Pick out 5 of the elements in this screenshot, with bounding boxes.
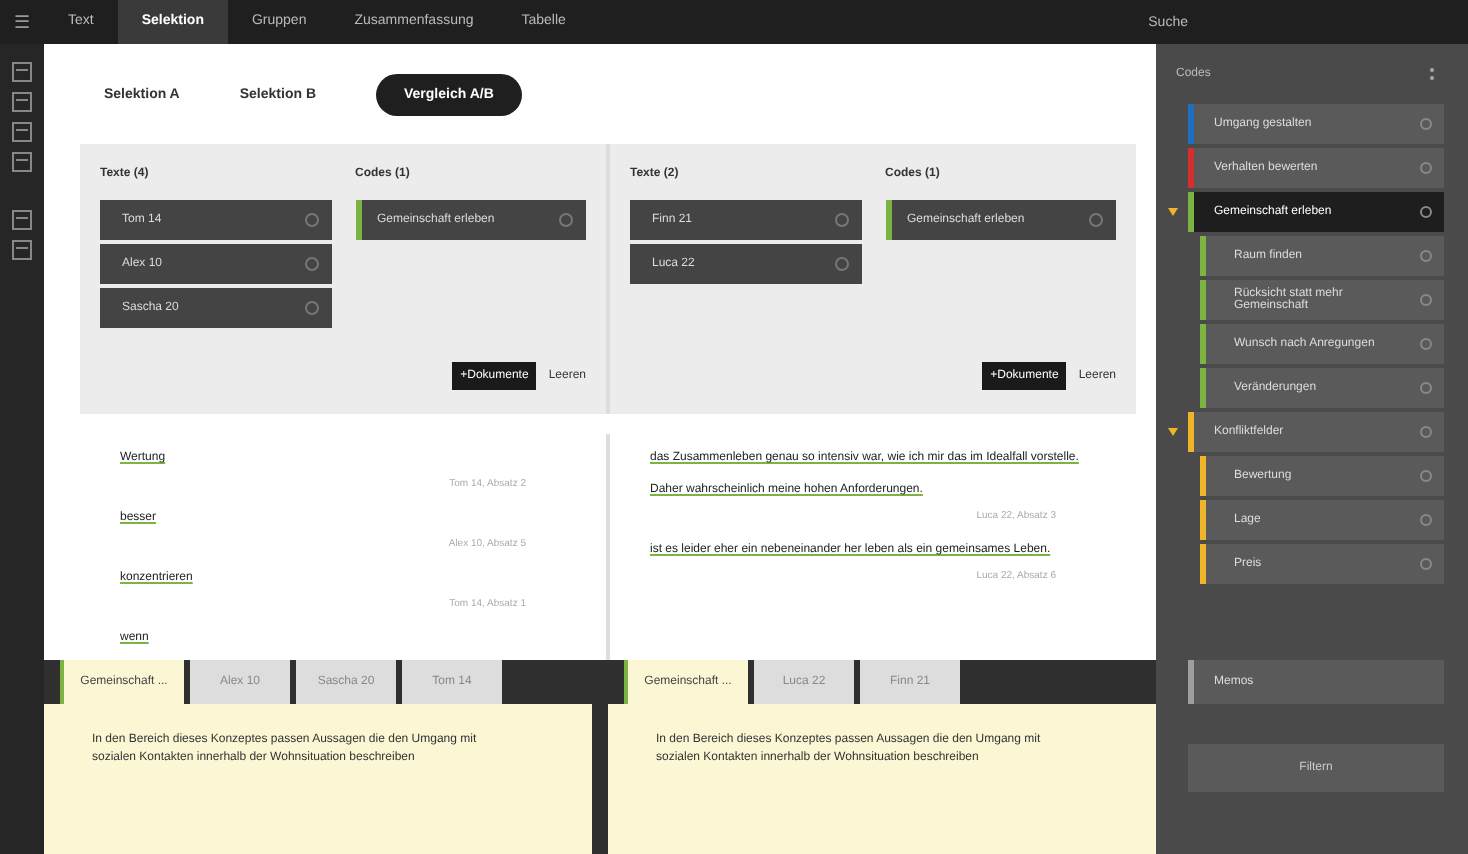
circle-icon[interactable] — [1420, 206, 1432, 218]
menu-icon[interactable]: ☰ — [0, 12, 44, 32]
more-icon[interactable] — [1428, 66, 1436, 82]
caret-icon[interactable] — [1168, 208, 1178, 216]
caret-icon[interactable] — [1168, 428, 1178, 436]
